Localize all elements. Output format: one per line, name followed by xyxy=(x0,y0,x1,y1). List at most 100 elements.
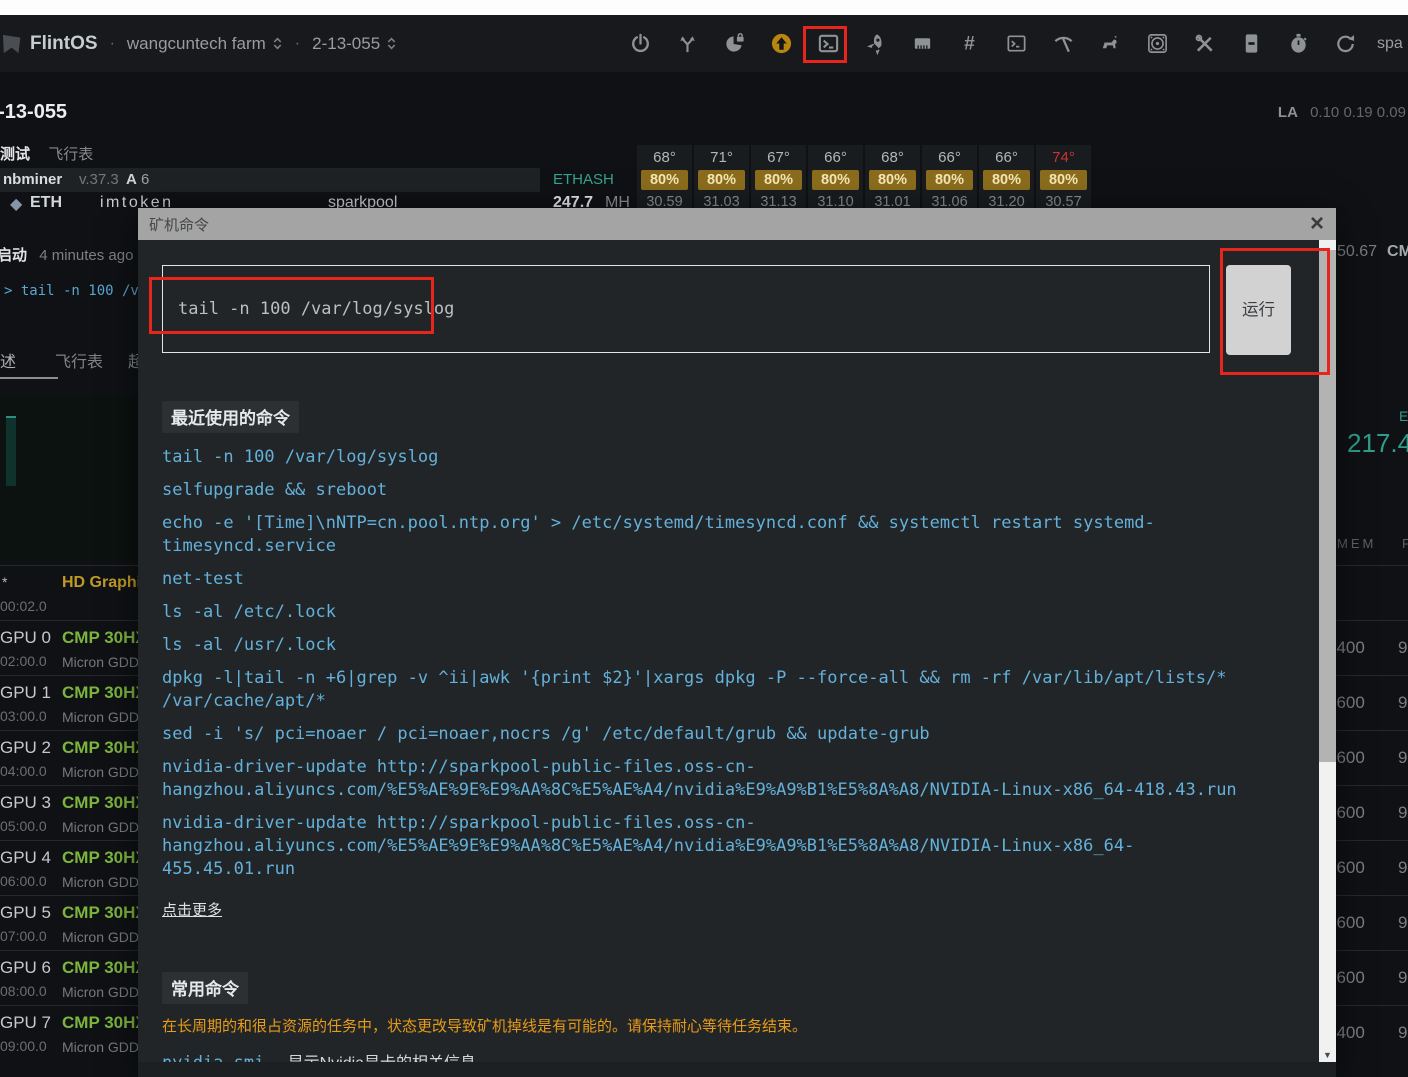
pickaxe-icon[interactable] xyxy=(1052,32,1076,56)
gpu-stat-column: 71°80%31.03 xyxy=(694,145,749,212)
gpu-mem: Micron GDDR6 xyxy=(62,984,140,1000)
command-input[interactable] xyxy=(162,265,1210,353)
navbar-icons: # spa xyxy=(617,15,1403,72)
recent-command-item[interactable]: tail -n 100 /var/log/syslog xyxy=(162,446,1247,469)
recent-command-item[interactable]: nvidia-driver-update http://sparkpool-pu… xyxy=(162,756,1247,802)
gpu-temp: 71° xyxy=(694,147,749,169)
status-label: 已启动 xyxy=(0,247,27,264)
gpu-temp: 74° xyxy=(1036,147,1091,169)
recent-command-item[interactable]: nvidia-driver-update http://sparkpool-pu… xyxy=(162,812,1247,881)
gpu-model: CMP 30HX xyxy=(62,1013,140,1033)
tag-flight-sheet: 飞行表 xyxy=(48,146,93,163)
refresh-icon[interactable] xyxy=(1334,32,1358,56)
updown-chevron-icon xyxy=(272,36,283,51)
farm-selector[interactable]: wangcuntech farm xyxy=(127,34,283,54)
modal-body: 运行 最近使用的命令 tail -n 100 /var/log/syslogse… xyxy=(138,240,1319,1077)
gpu-name: GPU 4 xyxy=(0,848,51,868)
upgrade-icon[interactable] xyxy=(770,32,794,56)
nav-right-label-partial[interactable]: spa xyxy=(1377,35,1403,53)
rig-selector[interactable]: 2-13-055 xyxy=(312,34,397,54)
recent-command-item[interactable]: dpkg -l|tail -n +6|grep -v ^ii|awk '{pri… xyxy=(162,667,1247,713)
gpu-card-icon[interactable] xyxy=(1240,32,1264,56)
gpu-name: GPU 0 xyxy=(0,628,51,648)
tools-icon[interactable] xyxy=(1193,32,1217,56)
console-icon[interactable] xyxy=(1005,32,1029,56)
network-icon[interactable] xyxy=(911,32,935,56)
recent-command-item[interactable]: ls -al /etc/.lock xyxy=(162,601,1247,624)
gpu-row: GPU 709:00.0CMP 30HXMicron GDDR6 xyxy=(0,1005,140,1060)
next-column-value-partial: 9 xyxy=(1398,693,1407,713)
gpu-stat-column: 66°80%31.06 xyxy=(922,145,977,212)
gpu-model: CMP 30HX xyxy=(62,903,140,923)
next-column-value-partial: 9 xyxy=(1398,913,1407,933)
gpu-temp: 68° xyxy=(637,147,692,169)
gpu-row: GPU 305:00.0CMP 30HXMicron GDDR6 xyxy=(0,785,140,840)
integrated-gpu-bus: 00:02.0 xyxy=(0,598,47,614)
total-hashrate-big: 217.4 xyxy=(1347,428,1408,459)
hashrate-chart-bar xyxy=(6,416,16,486)
gpu-bus: 06:00.0 xyxy=(0,873,47,889)
tab-overview[interactable]: 概述 xyxy=(0,348,16,372)
branch-icon[interactable] xyxy=(676,32,700,56)
more-link[interactable]: 点击更多 xyxy=(162,899,222,920)
modal-scrollbar[interactable]: ▼ xyxy=(1319,240,1336,1062)
integrated-gpu-row: * HD Graphics 00:02.0 xyxy=(0,565,140,620)
close-icon[interactable]: × xyxy=(1310,209,1324,239)
recent-command-item[interactable]: sed -i 's/ pci=noaer / pci=noaer,nocrs /… xyxy=(162,723,1247,746)
gpu-row: GPU 103:00.0CMP 30HXMicron GDDR6 xyxy=(0,675,140,730)
gpu-table: * HD Graphics 00:02.0 GPU 002:00.0CMP 30… xyxy=(0,565,140,1060)
separator-dot: · xyxy=(110,35,115,53)
gpu-bus: 05:00.0 xyxy=(0,818,47,834)
run-button[interactable]: 运行 xyxy=(1226,265,1291,355)
next-column-value-partial: 9 xyxy=(1398,858,1407,878)
gpu-stat-column: 66°80%31.10 xyxy=(808,145,863,212)
watchdog-icon[interactable] xyxy=(1099,32,1123,56)
timer-icon[interactable] xyxy=(1287,32,1311,56)
gpu-mem: Micron GDDR6 xyxy=(62,709,140,725)
tab-flight-sheet[interactable]: 飞行表 xyxy=(55,348,103,372)
flintos-logo-icon xyxy=(2,32,24,56)
accepted-value: 6 xyxy=(141,171,149,188)
modal-footer-strip xyxy=(138,1062,1336,1077)
gpu-temp: 68° xyxy=(865,147,920,169)
scrollbar-thumb[interactable] xyxy=(1319,250,1336,762)
gpu-stat-column: 66°80%31.20 xyxy=(979,145,1034,212)
algo-label: ETHASH xyxy=(553,171,614,188)
hashrate-icon[interactable]: # xyxy=(958,32,982,56)
fan-badge: 80% xyxy=(926,170,973,190)
gpu-stat-column: 68°80%31.01 xyxy=(865,145,920,212)
gpu-mem: Micron GDDR6 xyxy=(62,929,140,945)
recent-command-item[interactable]: ls -al /usr/.lock xyxy=(162,634,1247,657)
power-icon[interactable] xyxy=(629,32,653,56)
gpu-model: CMP 30HX xyxy=(62,683,140,703)
miner-name: nbminer xyxy=(3,171,62,188)
pie-lock-icon[interactable] xyxy=(723,32,747,56)
scroll-down-icon[interactable]: ▼ xyxy=(1319,1050,1336,1060)
gpu-bus: 07:00.0 xyxy=(0,928,47,944)
eth-icon: ◆ xyxy=(10,194,22,214)
gpu-model: CMP 30HX xyxy=(62,958,140,978)
rig-title: 2-13-055 xyxy=(0,101,67,124)
gpu-model: CMP 30HX xyxy=(62,738,140,758)
top-strip xyxy=(0,0,1408,15)
miner-command-modal: 矿机命令 × 运行 最近使用的命令 tail -n 100 /var/log/s… xyxy=(138,208,1336,1077)
fan-badge: 80% xyxy=(698,170,745,190)
gpu-bus: 08:00.0 xyxy=(0,983,47,999)
svg-text:#: # xyxy=(964,33,975,54)
fan-icon[interactable] xyxy=(1146,32,1170,56)
gpu-name: GPU 1 xyxy=(0,683,51,703)
la-label: LA xyxy=(1278,104,1298,121)
warning-text: 在长周期的和很占资源的任务中，状态更改导致矿机掉线是有可能的。请保持耐心等待任务… xyxy=(162,1018,1319,1036)
recent-command-item[interactable]: selfupgrade && sreboot xyxy=(162,479,1247,502)
recent-command-item[interactable]: echo -e '[Time]\nNTP=cn.pool.ntp.org' > … xyxy=(162,512,1247,558)
modal-header[interactable]: 矿机命令 × xyxy=(138,208,1336,240)
terminal-icon[interactable] xyxy=(817,32,841,56)
gpu-name: GPU 6 xyxy=(0,958,51,978)
gpu-mem: Micron GDDR6 xyxy=(62,1039,140,1055)
brand[interactable]: FlintOS xyxy=(2,32,98,56)
rocket-icon[interactable] xyxy=(864,32,888,56)
fan-badge: 80% xyxy=(641,170,688,190)
common-commands-heading: 常用命令 xyxy=(162,972,248,1004)
recent-command-item[interactable]: net-test xyxy=(162,568,1247,591)
accepted-label: A xyxy=(126,171,137,188)
